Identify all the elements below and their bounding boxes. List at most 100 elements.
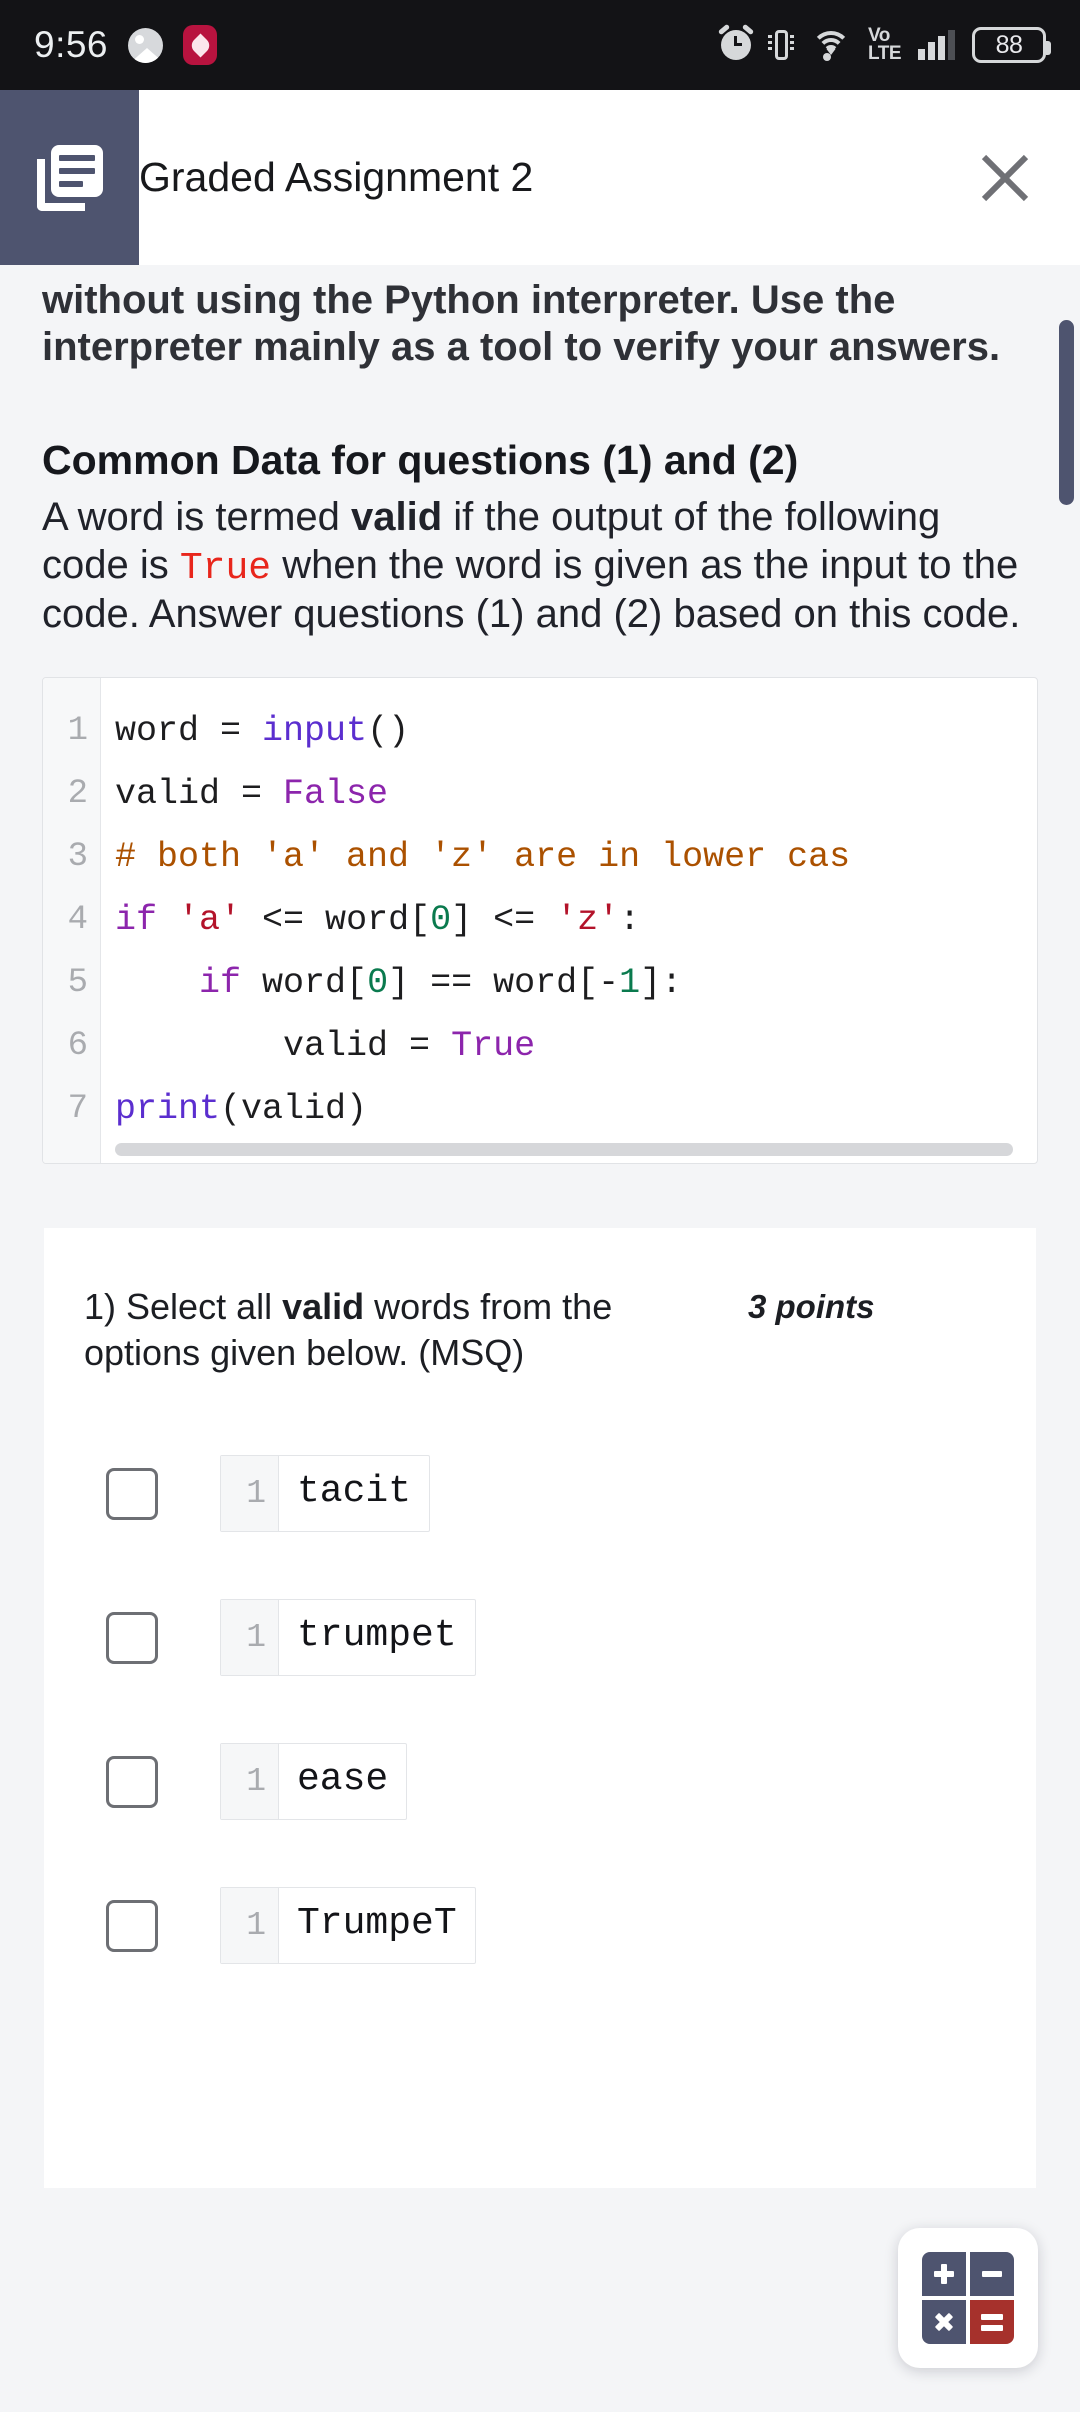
calc-plus-key — [922, 2252, 966, 2296]
code-token: word[ — [241, 962, 368, 1003]
option-line-number: 1 — [221, 1744, 279, 1820]
option-row[interactable]: 1 tacit — [84, 1422, 996, 1566]
health-icon — [183, 25, 218, 65]
code-token: True — [451, 1025, 536, 1066]
volte-icon: Vo LTE — [868, 26, 901, 64]
status-bar-left: 9:56 — [34, 24, 218, 66]
code-line-number: 3 — [67, 837, 88, 876]
code-token: 0 — [430, 899, 452, 940]
vibrate-icon — [768, 28, 795, 62]
plus-icon — [934, 2264, 954, 2284]
status-bar-right: Vo LTE 88 — [717, 23, 1051, 64]
code-token: ] == word[- — [388, 962, 620, 1003]
body-bold-valid: valid — [351, 495, 443, 540]
common-data-paragraph: A word is termed valid if the output of … — [42, 494, 1038, 638]
question-text: 1) Select all valid words from the optio… — [84, 1284, 724, 1376]
code-line-number: 6 — [67, 1026, 88, 1065]
battery-level: 88 — [995, 30, 1023, 59]
code-token: (valid) — [220, 1088, 368, 1129]
option-checkbox[interactable] — [106, 1467, 158, 1520]
code-token: 0 — [367, 962, 389, 1003]
volte-line-2: LTE — [868, 43, 901, 64]
calc-minus-key — [970, 2252, 1014, 2296]
option-line-number: 1 — [221, 1888, 279, 1964]
code-token: 'z' — [556, 899, 620, 940]
calc-times-key — [922, 2300, 966, 2344]
intro-paragraph: without using the Python interpreter. Us… — [42, 278, 1001, 370]
code-token: # both 'a' and 'z' are in lower cas — [115, 836, 851, 877]
page-scrollbar-thumb[interactable] — [1059, 320, 1074, 505]
code-line: print(valid) — [115, 1078, 1037, 1141]
close-button[interactable] — [978, 90, 1032, 265]
option-word: trumpet — [297, 1614, 457, 1658]
option-line-number-text: 1 — [246, 1619, 266, 1657]
code-line-number: 7 — [67, 1089, 88, 1128]
code-token: print — [115, 1088, 221, 1129]
code-token: input — [262, 710, 368, 751]
option-row[interactable]: 1 ease — [84, 1710, 996, 1854]
equals-icon — [981, 2313, 1003, 2331]
question-points: 3 points — [748, 1287, 875, 1325]
code-gutter: 1 2 3 4 5 6 7 — [43, 677, 101, 1163]
assignment-content: without using the Python interpreter. Us… — [0, 265, 1080, 2412]
status-bar: 9:56 Vo LTE 88 — [0, 0, 1080, 90]
code-token: ] <= — [451, 899, 557, 940]
signal-icon — [918, 30, 955, 60]
option-word: tacit — [297, 1470, 412, 1514]
question-bold-valid: valid — [282, 1285, 365, 1327]
option-word: TrumpeT — [297, 1902, 457, 1946]
option-line-number-text: 1 — [246, 1475, 266, 1513]
code-line: valid = True — [115, 1015, 1037, 1078]
option-code-block: 1 ease — [220, 1743, 408, 1821]
gallery-icon — [128, 27, 164, 63]
close-icon — [981, 154, 1029, 201]
option-code-block: 1 tacit — [220, 1455, 431, 1533]
option-code-block: 1 TrumpeT — [220, 1887, 476, 1965]
code-line-number: 2 — [67, 774, 88, 813]
question-number: 1) — [84, 1285, 117, 1327]
code-horizontal-scrollbar[interactable] — [115, 1142, 1013, 1156]
code-token: : — [619, 899, 641, 940]
option-line-number: 1 — [221, 1600, 279, 1676]
code-token: () — [367, 710, 410, 751]
status-time: 9:56 — [34, 24, 109, 65]
option-line-number-text: 1 — [246, 1763, 266, 1801]
code-line-number: 1 — [67, 711, 88, 750]
calculator-icon — [922, 2252, 1014, 2344]
document-library-icon — [0, 90, 139, 265]
code-token: False — [283, 773, 389, 814]
calculator-fab[interactable] — [898, 2228, 1038, 2368]
code-lines: word = input() valid = False # both 'a' an… — [101, 678, 1037, 1163]
body-code-true: True — [179, 546, 272, 590]
body-text-1: A word is termed — [42, 495, 352, 540]
code-line: valid = False — [115, 763, 1037, 826]
battery-icon: 88 — [972, 27, 1051, 63]
question-card: 1) Select all valid words from the optio… — [44, 1227, 1036, 2188]
option-row[interactable]: 1 trumpet — [84, 1566, 996, 1710]
code-token: if — [115, 899, 158, 940]
calc-equals-key — [970, 2300, 1014, 2344]
code-token: word = — [115, 710, 263, 751]
code-line: if word[0] == word[-1]: — [115, 952, 1037, 1015]
question-header-row: 1) Select all valid words from the optio… — [84, 1284, 996, 1376]
option-row[interactable]: 1 TrumpeT — [84, 1854, 996, 1998]
code-line: if 'a' <= word[0] <= 'z': — [115, 889, 1037, 952]
minus-icon — [982, 2271, 1002, 2277]
code-token: ]: — [640, 962, 683, 1003]
wifi-icon — [811, 29, 852, 61]
code-block[interactable]: 1 2 3 4 5 6 7 word = input() valid = False # bot… — [42, 676, 1038, 1164]
option-checkbox[interactable] — [106, 1611, 158, 1664]
option-checkbox[interactable] — [106, 1755, 158, 1808]
code-token: if — [199, 962, 242, 1003]
code-token: valid = — [115, 773, 284, 814]
option-checkbox[interactable] — [106, 1899, 158, 1952]
question-text-1: Select all — [116, 1285, 283, 1327]
times-icon — [934, 2312, 954, 2332]
code-line-number: 5 — [67, 963, 88, 1002]
app-header: Graded Assignment 2 — [0, 90, 1080, 265]
code-token: 1 — [619, 962, 641, 1003]
code-line-number: 4 — [67, 900, 88, 939]
prose-block: without using the Python interpreter. Us… — [0, 277, 1080, 639]
page-title: Graded Assignment 2 — [139, 154, 534, 200]
